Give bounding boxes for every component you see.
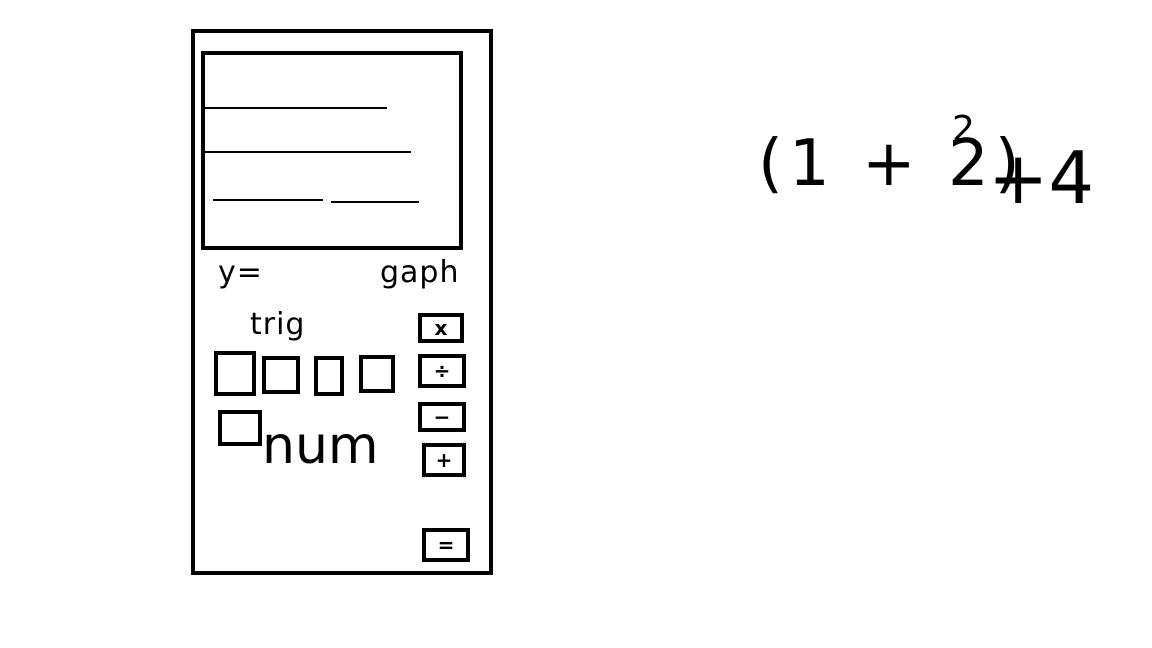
- screen-line-2: [205, 151, 411, 153]
- trig-label: trig: [250, 307, 306, 342]
- screen-line-3: [213, 199, 323, 201]
- number-key-4[interactable]: [359, 355, 395, 393]
- multiply-button[interactable]: x: [418, 313, 464, 343]
- expression-base: (1 + 2): [758, 127, 1026, 201]
- calculator-screen: [201, 51, 463, 250]
- expression-exponent: 2: [952, 109, 975, 150]
- number-key-1[interactable]: [214, 351, 256, 396]
- equals-label: =: [437, 533, 455, 557]
- add-label: +: [435, 448, 453, 472]
- add-button[interactable]: +: [422, 443, 466, 477]
- subtract-label: −: [433, 405, 451, 429]
- divide-label: ÷: [433, 359, 451, 383]
- equals-button[interactable]: =: [422, 528, 470, 562]
- screen-line-4: [331, 201, 419, 203]
- number-key-3[interactable]: [314, 356, 344, 396]
- screen-line-1: [205, 107, 387, 109]
- expression-rest: +4: [988, 136, 1095, 220]
- num-label: num: [262, 416, 379, 476]
- subtract-button[interactable]: −: [418, 402, 466, 432]
- y-equals-button[interactable]: y=: [218, 258, 263, 288]
- multiply-label: x: [434, 316, 448, 340]
- number-key-2[interactable]: [262, 356, 300, 394]
- number-key-5[interactable]: [218, 410, 262, 446]
- graph-button[interactable]: gaph: [380, 258, 459, 288]
- divide-button[interactable]: ÷: [418, 354, 466, 388]
